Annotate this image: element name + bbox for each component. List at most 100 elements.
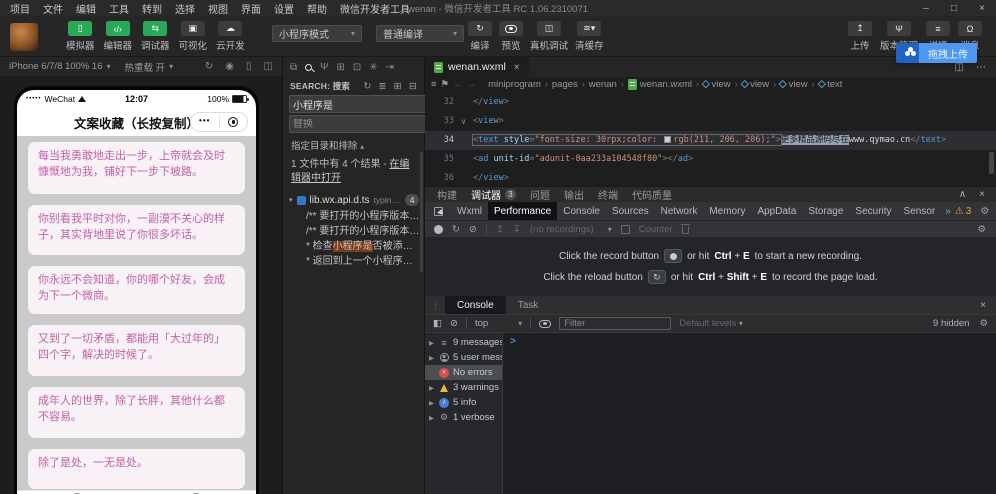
load-profile-icon[interactable]: ↥: [496, 224, 504, 235]
toolbar-button-cloud-dev[interactable]: ☁ 云开发: [216, 21, 245, 52]
live-expression-icon[interactable]: [539, 319, 552, 328]
search-file-row[interactable]: ▾ lib.wx.api.d.ts typings\types\... 4: [283, 190, 424, 209]
panel-tab-输出[interactable]: 输出: [564, 187, 584, 202]
inspect-element-icon[interactable]: [434, 206, 443, 216]
toolbar-button-debugger[interactable]: ⇆ 调试器: [141, 21, 170, 52]
console-filter-user[interactable]: ▶5 user mess...: [425, 350, 502, 365]
code-line[interactable]: 33 ∨ <view>: [425, 112, 996, 131]
tab-overflow-icon[interactable]: »: [941, 206, 955, 217]
toolbar-button-editor[interactable]: ‹/› 编辑器: [104, 21, 132, 52]
close-button[interactable]: ×: [968, 0, 996, 16]
clear-icon[interactable]: ⊘: [469, 224, 477, 235]
menu-item[interactable]: 设置: [274, 1, 294, 16]
open-editors-icon[interactable]: ⇥: [386, 62, 394, 73]
hand-icon[interactable]: ✳: [369, 62, 377, 73]
drawer-tab-console[interactable]: Console: [445, 296, 506, 314]
exit-button[interactable]: [220, 117, 248, 127]
panel-tab-调试器[interactable]: 调试器 3: [471, 187, 516, 202]
drag-handle-icon[interactable]: ⋮: [425, 300, 445, 311]
code-line[interactable]: 35 <ad unit-id="adunit-8aa233a104548f80">…: [425, 150, 996, 169]
console-filter-verbose[interactable]: ▶ ⚙ 1 verbose: [425, 410, 502, 425]
toolbar-button-preview[interactable]: 预览: [499, 21, 523, 52]
toolbar-button-clear-cache[interactable]: ≋▾ 清缓存: [575, 21, 604, 52]
console-filter-error[interactable]: × No errors: [425, 365, 502, 380]
devtools-tab-sources[interactable]: Sources: [606, 202, 655, 220]
search-result[interactable]: * 返回到上一个小程序。只有在当...: [283, 254, 424, 269]
search-icon[interactable]: [305, 63, 313, 71]
bookmark-icon[interactable]: ⚑: [441, 79, 450, 90]
panel-tab-构建[interactable]: 构建: [437, 187, 457, 202]
menu-item[interactable]: 界面: [241, 1, 261, 16]
close-panel-icon[interactable]: ×: [979, 189, 985, 200]
menu-item[interactable]: 文件: [43, 1, 63, 16]
device-select[interactable]: iPhone 6/7/8 100% 16 ▾: [9, 61, 111, 72]
devtools-tab-wxml[interactable]: Wxml: [451, 202, 488, 220]
collapse-all-icon[interactable]: ⊟: [409, 81, 417, 92]
breadcrumb-item[interactable]: view: [778, 79, 808, 90]
files-icon[interactable]: ⧉: [290, 62, 297, 73]
outline-icon[interactable]: ≡: [431, 79, 437, 90]
quote-card[interactable]: 你别看我平时对你，一副漠不关心的样子，其实背地里说了你很多坏话。: [28, 205, 245, 255]
editor-scrollbar[interactable]: [989, 152, 994, 174]
console-settings-icon[interactable]: ⚙: [979, 318, 988, 329]
log-levels-select[interactable]: Default levels ▾: [679, 318, 743, 329]
devtools-tab-network[interactable]: Network: [655, 202, 704, 220]
breadcrumb-item[interactable]: text: [817, 79, 842, 90]
code-line[interactable]: 34 <text style="font-size: 30rpx;color: r…: [425, 131, 996, 150]
fold-icon[interactable]: ∨: [457, 112, 470, 131]
tab-wenan-wxml[interactable]: wenan.wxml ×: [425, 57, 529, 77]
toolbar-button-upload[interactable]: ↥ 上传: [847, 21, 872, 52]
devtools-tab-sensor[interactable]: Sensor: [898, 202, 942, 220]
panel-tab-代码质量[interactable]: 代码质量: [632, 187, 672, 202]
forward-icon[interactable]: →: [467, 79, 477, 90]
menu-item[interactable]: 编辑: [76, 1, 96, 16]
console-filter-list[interactable]: ▶ ≡ 9 messages: [425, 335, 502, 350]
quote-card[interactable]: 你永远不会知道，你的哪个好友，会成为下一个微商。: [28, 266, 245, 314]
quote-card[interactable]: 每当我勇敢地走出一步，上帝就会及时慷慨地为我，铺好下一步下坡路。: [28, 142, 245, 194]
reload-record-icon[interactable]: ↻: [452, 224, 460, 235]
more-button[interactable]: •••: [191, 116, 219, 125]
recordings-select[interactable]: (no recordings) ▾: [530, 224, 612, 235]
menu-item[interactable]: 选择: [175, 1, 195, 16]
menu-item[interactable]: 视图: [208, 1, 228, 16]
console-filter-info[interactable]: ▶ i 5 info: [425, 395, 502, 410]
toolbar-button-simulator[interactable]: ▯ 模拟器: [66, 21, 95, 52]
menu-item[interactable]: 转到: [142, 1, 162, 16]
counter-checkbox[interactable]: [620, 224, 630, 234]
refresh-icon[interactable]: ↻: [363, 81, 371, 92]
new-search-icon[interactable]: ⊞: [394, 81, 402, 92]
git-icon[interactable]: Ψ: [320, 62, 328, 73]
console-filter-input[interactable]: [559, 317, 672, 330]
screenshot-icon[interactable]: ◉: [225, 61, 234, 72]
minimize-button[interactable]: –: [912, 0, 940, 16]
hot-reload-select[interactable]: 热重载 开 ▾: [125, 60, 174, 74]
breadcrumb-item[interactable]: view: [740, 79, 769, 90]
mode-select[interactable]: 小程序模式 ▾: [272, 25, 362, 42]
menu-item[interactable]: 工具: [109, 1, 129, 16]
devtools-tab-console[interactable]: Console: [557, 202, 606, 220]
toolbar-button-compile[interactable]: ↻ 编译: [468, 21, 492, 52]
panel-tab-问题[interactable]: 问题: [530, 187, 550, 202]
devtools-settings-icon[interactable]: ⚙: [980, 206, 989, 217]
save-profile-icon[interactable]: ↧: [513, 224, 521, 235]
breadcrumb-item[interactable]: miniprogram: [488, 79, 541, 90]
clear-console-icon[interactable]: ⊘: [450, 318, 458, 329]
search-result[interactable]: /** 要打开的小程序版本。仅在当...: [283, 209, 424, 224]
console-messages[interactable]: >: [503, 333, 996, 494]
layout-icon[interactable]: ⊞: [337, 62, 345, 73]
device-frame-icon[interactable]: ▯: [246, 61, 252, 72]
close-tab-icon[interactable]: ×: [514, 62, 520, 73]
breadcrumb-item[interactable]: wenan.wxml: [627, 78, 692, 90]
menu-item[interactable]: 项目: [10, 1, 30, 16]
dock-window-icon[interactable]: ◫: [264, 61, 273, 72]
rotate-icon[interactable]: ↻: [205, 61, 213, 72]
search-result[interactable]: /** 要打开的小程序版本。仅在当...: [283, 224, 424, 239]
quote-card[interactable]: 成年人的世界，除了长胖，其他什么都不容易。: [28, 387, 245, 438]
devtools-tab-storage[interactable]: Storage: [802, 202, 849, 220]
search-result[interactable]: * 检查小程序是否被添加至 「我的...: [283, 239, 424, 254]
capture-settings-icon[interactable]: ⚙: [977, 224, 996, 235]
menu-item[interactable]: 帮助: [307, 1, 327, 16]
search-input[interactable]: [293, 98, 425, 110]
trash-icon[interactable]: [680, 223, 690, 234]
include-exclude-toggle[interactable]: 指定目录和排除 ▴: [283, 133, 424, 154]
